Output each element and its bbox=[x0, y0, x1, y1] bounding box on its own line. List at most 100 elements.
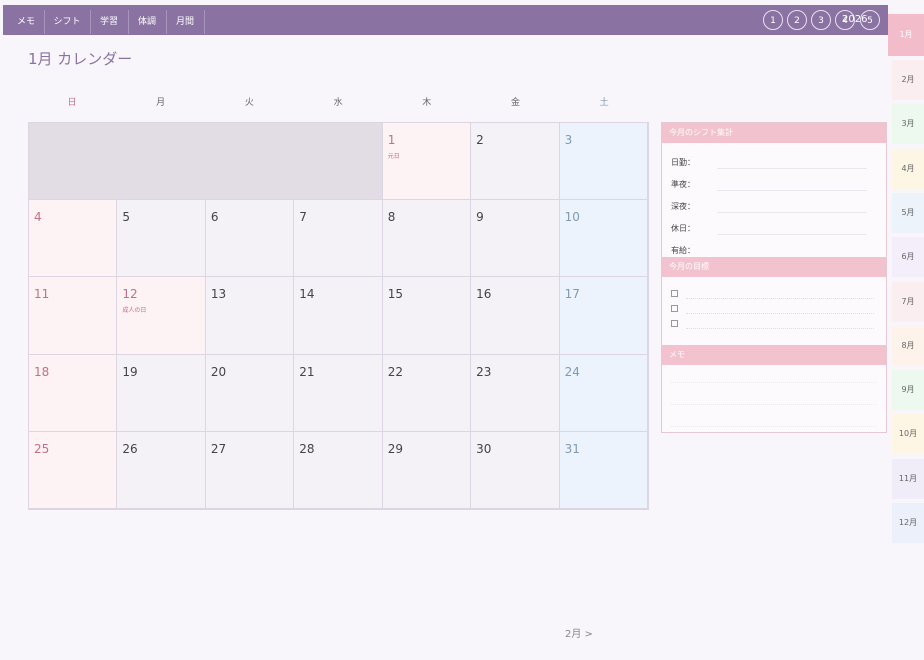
memo-line[interactable] bbox=[671, 425, 876, 427]
day-cell[interactable]: 12 成人の日 bbox=[117, 277, 206, 355]
day-cell[interactable]: 10 bbox=[559, 200, 648, 278]
day-cell[interactable]: 20 bbox=[205, 354, 295, 432]
month-tab-1[interactable]: 1月 bbox=[888, 14, 924, 56]
tab-study[interactable]: 学習 bbox=[90, 10, 129, 34]
weekday-label: 水 bbox=[333, 98, 343, 108]
shift-input-evening[interactable] bbox=[717, 189, 867, 191]
month-tab-12[interactable]: 12月 bbox=[892, 503, 924, 543]
tab-memo[interactable]: メモ bbox=[8, 10, 45, 34]
day-cell[interactable]: 26 bbox=[117, 431, 206, 509]
day-number: 27 bbox=[210, 441, 227, 456]
shift-row-day: 日勤： bbox=[671, 158, 695, 167]
goal-checkbox-1[interactable]: ☐ bbox=[671, 290, 678, 297]
day-number: 12 bbox=[122, 287, 138, 302]
shift-input-holiday[interactable] bbox=[717, 233, 867, 235]
day-number: 5 bbox=[122, 210, 131, 225]
day-cell[interactable]: 19 bbox=[117, 354, 206, 432]
day-cell[interactable]: 16 bbox=[471, 277, 560, 355]
tab-health[interactable]: 体調 bbox=[128, 10, 167, 34]
shift-row-holiday: 休日： bbox=[671, 224, 695, 233]
day-number: 17 bbox=[564, 287, 580, 302]
week-button-2[interactable]: 2 bbox=[787, 10, 807, 30]
day-number: 29 bbox=[387, 441, 403, 456]
blank-days bbox=[29, 123, 383, 201]
day-number: 7 bbox=[299, 210, 307, 225]
top-nav-bar: メモ シフト 学習 体調 月間 bbox=[3, 5, 888, 35]
goals-title: 今月の目標 bbox=[662, 257, 886, 277]
week-button-3[interactable]: 3 bbox=[811, 10, 831, 30]
tab-monthly[interactable]: 月間 bbox=[166, 10, 205, 34]
day-cell[interactable]: 7 bbox=[294, 200, 383, 278]
tab-shift[interactable]: シフト bbox=[44, 10, 91, 34]
day-number: 20 bbox=[210, 364, 227, 379]
day-number: 2 bbox=[476, 133, 484, 147]
goal-checkbox-2[interactable]: ☐ bbox=[671, 305, 678, 312]
month-tab-8[interactable]: 8月 bbox=[892, 325, 924, 366]
day-cell[interactable]: 3 bbox=[559, 123, 648, 201]
goal-input-1[interactable] bbox=[686, 297, 874, 299]
day-cell[interactable]: 15 bbox=[382, 277, 472, 355]
goal-input-3[interactable] bbox=[686, 327, 874, 329]
weekday-label: 月 bbox=[156, 98, 166, 108]
day-number: 6 bbox=[210, 210, 219, 225]
day-cell[interactable]: 9 bbox=[471, 200, 560, 278]
day-cell[interactable]: 1 元日 bbox=[382, 123, 472, 201]
day-cell[interactable]: 25 bbox=[29, 431, 118, 509]
day-cell[interactable]: 17 bbox=[559, 277, 648, 355]
day-number: 30 bbox=[476, 441, 492, 456]
goal-input-2[interactable] bbox=[686, 312, 874, 314]
day-number: 21 bbox=[299, 364, 315, 379]
day-number: 11 bbox=[34, 287, 50, 302]
week-button-1[interactable]: 1 bbox=[763, 10, 783, 30]
day-number: 18 bbox=[34, 364, 50, 379]
month-tab-2[interactable]: 2月 bbox=[892, 60, 924, 100]
day-number: 28 bbox=[299, 441, 315, 456]
day-cell[interactable]: 31 bbox=[559, 431, 648, 509]
day-cell[interactable]: 28 bbox=[294, 431, 383, 509]
day-number: 13 bbox=[210, 287, 227, 302]
day-number: 31 bbox=[564, 441, 580, 456]
day-cell[interactable]: 23 bbox=[471, 354, 560, 432]
memo-line[interactable] bbox=[671, 403, 876, 405]
day-cell[interactable]: 8 bbox=[382, 200, 472, 278]
day-cell[interactable]: 21 bbox=[294, 354, 383, 432]
month-tab-11[interactable]: 11月 bbox=[892, 458, 924, 499]
weekday-label: 金 bbox=[510, 98, 520, 108]
page-title: 1月 カレンダー bbox=[28, 50, 133, 68]
day-cell[interactable]: 24 bbox=[559, 354, 648, 432]
month-tab-3[interactable]: 3月 bbox=[892, 104, 924, 145]
day-cell[interactable]: 22 bbox=[382, 354, 472, 432]
month-tab-10[interactable]: 10月 bbox=[892, 414, 924, 455]
day-number: 22 bbox=[387, 364, 403, 379]
day-cell[interactable]: 30 bbox=[471, 431, 560, 509]
goal-checkbox-3[interactable]: ☐ bbox=[671, 320, 678, 327]
month-tab-7[interactable]: 7月 bbox=[892, 281, 924, 322]
day-number: 9 bbox=[476, 210, 484, 225]
day-cell[interactable]: 14 bbox=[294, 277, 383, 355]
month-tab-5[interactable]: 5月 bbox=[892, 192, 924, 233]
shift-input-day[interactable] bbox=[717, 167, 867, 169]
day-cell[interactable]: 5 bbox=[117, 200, 206, 278]
day-cell[interactable]: 6 bbox=[205, 200, 295, 278]
memo-title: メモ bbox=[662, 345, 886, 365]
day-number: 24 bbox=[564, 364, 580, 379]
shift-input-night[interactable] bbox=[717, 211, 867, 213]
shift-row-paid-leave: 有給： bbox=[671, 246, 695, 255]
month-tab-4[interactable]: 4月 bbox=[892, 148, 924, 189]
shift-row-night: 深夜： bbox=[671, 202, 695, 211]
day-cell[interactable]: 11 bbox=[29, 277, 118, 355]
month-tab-6[interactable]: 6月 bbox=[892, 237, 924, 278]
memo-line[interactable] bbox=[671, 381, 876, 383]
calendar-grid: 1 元日 2 3 4 5 6 7 8 9 10 11 12 成人の日 13 14 15 16 17 18 19 20 21 2… bbox=[28, 122, 649, 510]
day-number: 19 bbox=[122, 364, 138, 379]
day-cell[interactable]: 27 bbox=[205, 431, 295, 509]
next-month-link[interactable]: 2月 > bbox=[565, 625, 593, 640]
weekday-label: 日 bbox=[67, 98, 77, 108]
day-cell[interactable]: 13 bbox=[205, 277, 295, 355]
day-cell[interactable]: 29 bbox=[382, 431, 472, 509]
day-cell[interactable]: 4 bbox=[29, 200, 118, 278]
day-number: 23 bbox=[476, 364, 492, 379]
day-cell[interactable]: 18 bbox=[29, 354, 118, 432]
day-cell[interactable]: 2 bbox=[471, 123, 560, 201]
month-tab-9[interactable]: 9月 bbox=[892, 370, 924, 411]
